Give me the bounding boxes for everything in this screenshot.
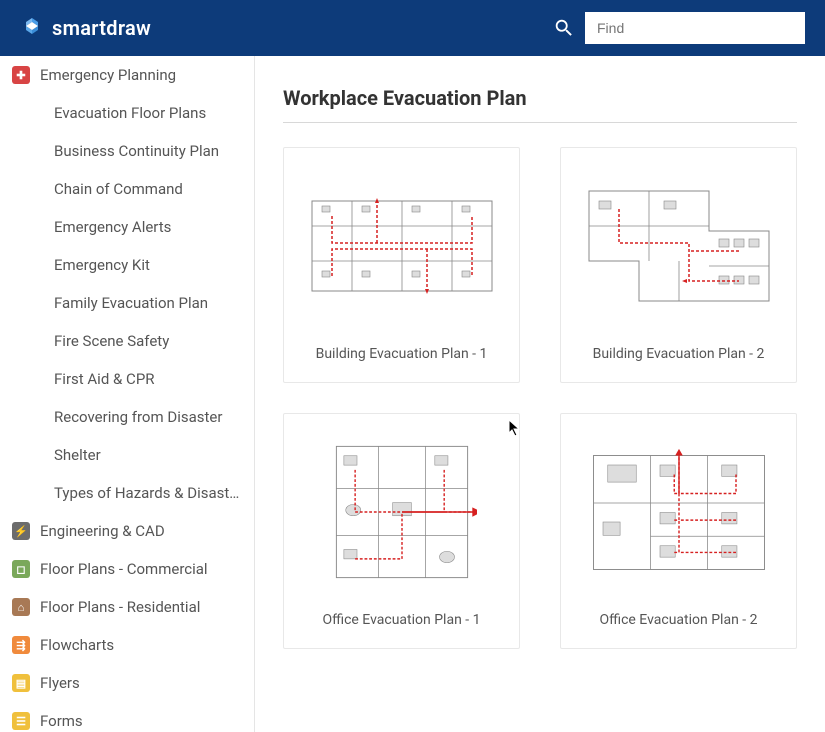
sidebar-item-family-evacuation[interactable]: Family Evacuation Plan — [40, 284, 254, 322]
engineering-icon: ⚡ — [12, 522, 30, 540]
sidebar-item-fire-scene-safety[interactable]: Fire Scene Safety — [40, 322, 254, 360]
sidebar-category-emergency-planning[interactable]: ✚ Emergency Planning — [0, 56, 254, 94]
template-card[interactable]: Office Evacuation Plan - 1 — [283, 413, 520, 649]
sidebar-item-emergency-kit[interactable]: Emergency Kit — [40, 246, 254, 284]
sidebar-category-forms[interactable]: ☰ Forms — [0, 702, 254, 732]
main-content: Workplace Evacuation Plan — [255, 56, 825, 732]
sidebar-item-shelter[interactable]: Shelter — [40, 436, 254, 474]
template-grid: Building Evacuation Plan - 1 — [283, 147, 797, 649]
commercial-icon: ◻ — [12, 560, 30, 578]
sidebar-category-engineering-cad[interactable]: ⚡ Engineering & CAD — [0, 512, 254, 550]
search-container — [553, 12, 805, 44]
page-title: Workplace Evacuation Plan — [283, 86, 797, 123]
search-icon — [553, 17, 575, 39]
template-card[interactable]: Building Evacuation Plan - 2 — [560, 147, 797, 383]
search-input[interactable] — [585, 12, 805, 44]
sidebar-item-chain-of-command[interactable]: Chain of Command — [40, 170, 254, 208]
template-card[interactable]: Building Evacuation Plan - 1 — [283, 147, 520, 383]
sidebar[interactable]: ✚ Emergency Planning Evacuation Floor Pl… — [0, 56, 255, 732]
sidebar-category-flyers[interactable]: ▤ Flyers — [0, 664, 254, 702]
app-header: smartdraw — [0, 0, 825, 56]
template-thumbnail — [573, 166, 784, 326]
sidebar-category-flowcharts[interactable]: ⇶ Flowcharts — [0, 626, 254, 664]
category-label: Floor Plans - Residential — [40, 598, 200, 616]
sidebar-item-first-aid-cpr[interactable]: First Aid & CPR — [40, 360, 254, 398]
sidebar-item-types-hazards[interactable]: Types of Hazards & Disasters — [40, 474, 254, 512]
category-label: Flowcharts — [40, 636, 114, 654]
template-title: Building Evacuation Plan - 1 — [316, 346, 488, 362]
emergency-icon: ✚ — [12, 66, 30, 84]
sidebar-item-business-continuity[interactable]: Business Continuity Plan — [40, 132, 254, 170]
category-label: Engineering & CAD — [40, 522, 165, 540]
category-label: Floor Plans - Commercial — [40, 560, 208, 578]
brand-logo[interactable]: smartdraw — [20, 16, 151, 40]
main-layout: ✚ Emergency Planning Evacuation Floor Pl… — [0, 56, 825, 732]
sidebar-category-floor-plans-residential[interactable]: ⌂ Floor Plans - Residential — [0, 588, 254, 626]
template-thumbnail — [296, 166, 507, 326]
template-card[interactable]: Office Evacuation Plan - 2 — [560, 413, 797, 649]
sidebar-category-floor-plans-commercial[interactable]: ◻ Floor Plans - Commercial — [0, 550, 254, 588]
category-label: Forms — [40, 712, 83, 730]
residential-icon: ⌂ — [12, 598, 30, 616]
template-title: Office Evacuation Plan - 1 — [323, 612, 481, 628]
sidebar-item-emergency-alerts[interactable]: Emergency Alerts — [40, 208, 254, 246]
smartdraw-logo-icon — [20, 16, 44, 40]
flyers-icon: ▤ — [12, 674, 30, 692]
template-thumbnail — [296, 432, 507, 592]
template-thumbnail — [573, 432, 784, 592]
category-label: Emergency Planning — [40, 66, 176, 84]
subcategory-list: Evacuation Floor Plans Business Continui… — [0, 94, 254, 512]
sidebar-item-evacuation-floor-plans[interactable]: Evacuation Floor Plans — [40, 94, 254, 132]
forms-icon: ☰ — [12, 712, 30, 730]
template-title: Office Evacuation Plan - 2 — [600, 612, 758, 628]
brand-name: smartdraw — [52, 16, 151, 40]
sidebar-item-recovering-disaster[interactable]: Recovering from Disaster — [40, 398, 254, 436]
flowchart-icon: ⇶ — [12, 636, 30, 654]
category-label: Flyers — [40, 674, 80, 692]
template-title: Building Evacuation Plan - 2 — [593, 346, 765, 362]
